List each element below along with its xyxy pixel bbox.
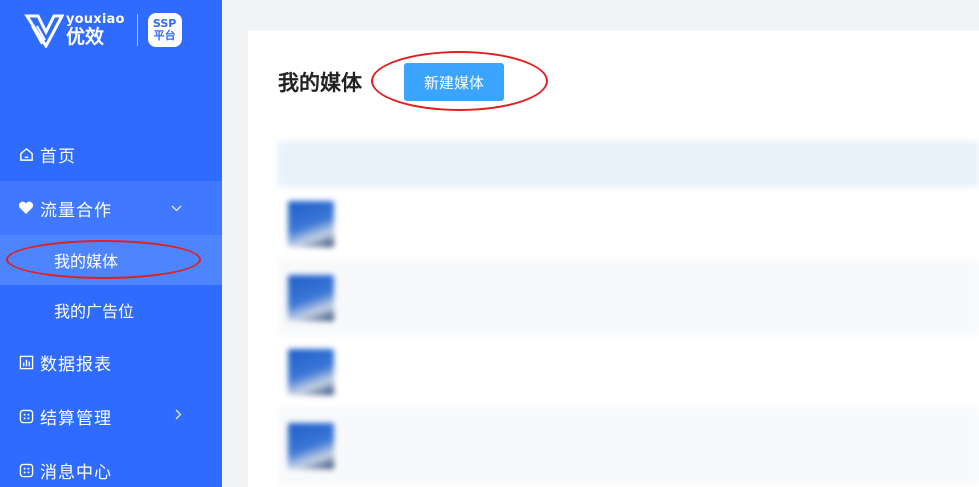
sidebar-item-label: 流量合作 <box>40 200 112 221</box>
table-row[interactable] <box>278 261 979 335</box>
annotation-circle-new-media <box>371 51 548 111</box>
home-icon <box>18 146 34 162</box>
sidebar-item-label: 消息中心 <box>40 462 112 483</box>
sidebar: youxiao 优效 SSP 平台 首页 流量合作 我的媒体 我的广告位 数据报… <box>0 0 222 487</box>
media-thumbnail <box>288 422 334 469</box>
media-table <box>278 141 979 483</box>
heart-icon <box>18 200 34 216</box>
sidebar-item-my-ad-slots[interactable]: 我的广告位 <box>0 285 222 335</box>
ssp-badge-bottom: 平台 <box>153 29 176 42</box>
brand-name-cn: 优效 <box>66 26 105 48</box>
sidebar-item-traffic[interactable]: 流量合作 <box>0 181 222 235</box>
main-panel: 我的媒体 新建媒体 <box>248 31 979 487</box>
sidebar-item-messages[interactable]: 消息中心 <box>0 443 222 487</box>
sidebar-item-reports[interactable]: 数据报表 <box>0 335 222 389</box>
table-header <box>278 141 979 187</box>
annotation-circle-my-media <box>6 240 201 279</box>
sidebar-item-label: 结算管理 <box>40 408 112 429</box>
logo: youxiao 优效 SSP 平台 <box>24 10 182 50</box>
youxiao-logo-icon <box>24 14 64 48</box>
logo-divider <box>136 14 138 46</box>
page-title: 我的媒体 <box>278 71 362 95</box>
sidebar-item-label: 首页 <box>40 146 76 167</box>
sidebar-item-label: 我的广告位 <box>54 302 135 321</box>
media-thumbnail <box>288 200 334 247</box>
media-thumbnail <box>288 348 334 395</box>
sidebar-nav: 首页 流量合作 我的媒体 我的广告位 数据报表 结算管理 消息中心 <box>0 127 222 487</box>
table-row[interactable] <box>278 409 979 483</box>
sidebar-item-settlement[interactable]: 结算管理 <box>0 389 222 443</box>
media-thumbnail <box>288 274 334 321</box>
sidebar-item-home[interactable]: 首页 <box>0 127 222 181</box>
table-row[interactable] <box>278 187 979 261</box>
ssp-badge: SSP 平台 <box>147 13 182 47</box>
chevron-down-icon <box>171 201 182 216</box>
chart-icon <box>18 354 34 370</box>
brand-name-en: youxiao <box>66 12 125 27</box>
sidebar-item-label: 数据报表 <box>40 354 112 375</box>
message-icon <box>18 462 34 478</box>
settlement-icon <box>18 408 34 424</box>
chevron-right-icon <box>175 409 182 424</box>
table-row[interactable] <box>278 335 979 409</box>
